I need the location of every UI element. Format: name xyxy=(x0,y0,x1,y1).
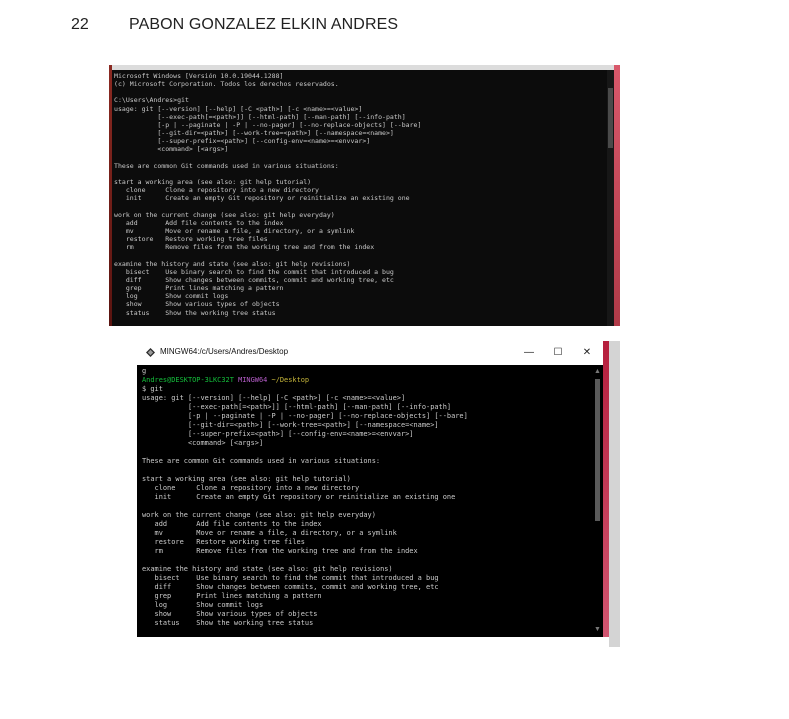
mingw-titlebar[interactable]: MINGW64:/c/Users/Andres/Desktop — ☐ ✕ xyxy=(137,341,603,365)
mingw-scroll-thumb[interactable] xyxy=(595,379,600,521)
desktop-wallpaper-edge xyxy=(603,341,609,637)
mingw-output: usage: git [--version] [--help] [-C <pat… xyxy=(142,394,468,627)
prompt-path: ~/Desktop xyxy=(271,376,310,384)
page-scrollbar xyxy=(609,341,620,647)
cmd-console[interactable]: Microsoft Windows [Versión 10.0.19044.12… xyxy=(112,70,614,326)
cmd-output: Microsoft Windows [Versión 10.0.19044.12… xyxy=(114,72,422,317)
mingw-diamond-icon xyxy=(146,348,155,357)
cmd-scrollbar[interactable] xyxy=(607,70,614,326)
minimize-button[interactable]: — xyxy=(519,345,539,361)
window-title: MINGW64:/c/Users/Andres/Desktop xyxy=(160,347,289,356)
cmd-screenshot: Microsoft Windows [Versión 10.0.19044.12… xyxy=(109,65,620,326)
desktop-wallpaper-edge xyxy=(614,65,620,326)
scroll-down-arrow-icon[interactable]: ▼ xyxy=(594,626,601,633)
close-button[interactable]: ✕ xyxy=(577,345,597,361)
page-header: 22 PABON GONZALEZ ELKIN ANDRES xyxy=(0,16,789,38)
scroll-up-arrow-icon[interactable]: ▲ xyxy=(594,368,601,375)
page-number: 22 xyxy=(71,16,89,33)
maximize-button[interactable]: ☐ xyxy=(548,345,568,361)
mingw-console[interactable]: g Andres@DESKTOP-3LKC32T MINGW64 ~/Deskt… xyxy=(137,365,603,637)
screenshot-bottom-margin xyxy=(137,637,609,647)
cmd-scroll-thumb[interactable] xyxy=(608,88,613,148)
command-line: $ git xyxy=(142,385,163,393)
mingw-terminal-text: g Andres@DESKTOP-3LKC32T MINGW64 ~/Deskt… xyxy=(142,367,468,628)
prompt-system: MINGW64 xyxy=(238,376,268,384)
terminal-first-line: g xyxy=(142,367,147,375)
author-name: PABON GONZALEZ ELKIN ANDRES xyxy=(129,16,399,33)
mingw-screenshot: MINGW64:/c/Users/Andres/Desktop — ☐ ✕ g … xyxy=(137,341,620,647)
mingw-scrollbar[interactable]: ▲ ▼ xyxy=(592,365,603,637)
prompt-user-host: Andres@DESKTOP-3LKC32T xyxy=(142,376,234,384)
